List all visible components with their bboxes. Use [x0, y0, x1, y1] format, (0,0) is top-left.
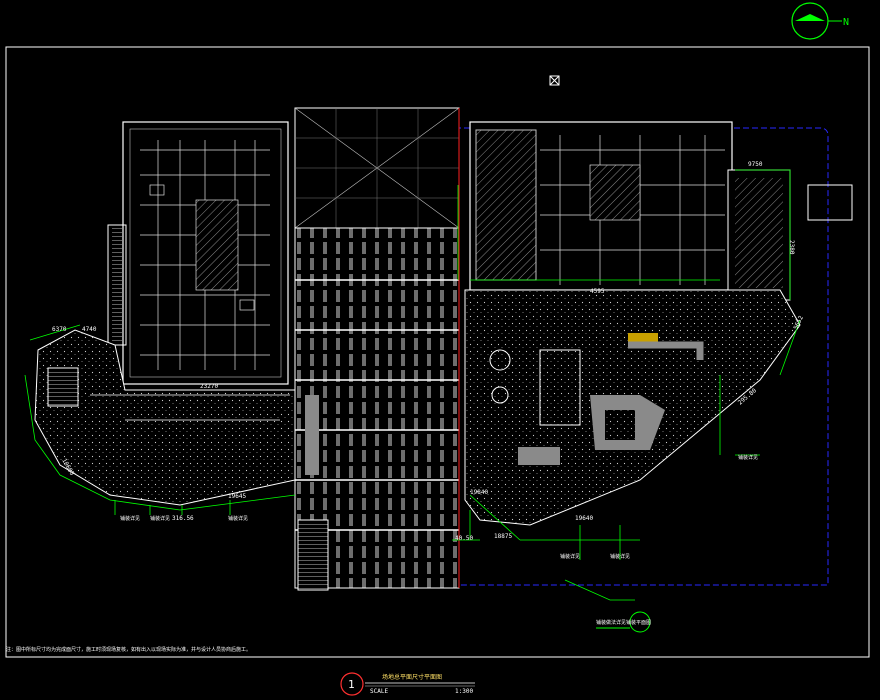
dim-left-1: 6370	[52, 326, 67, 333]
parking-structure-plan	[294, 107, 460, 591]
north-label: N	[843, 17, 849, 28]
left-building-plan	[107, 121, 289, 385]
dim-top-1: 9750	[748, 161, 763, 168]
dim-right-2: 4595	[590, 288, 605, 295]
north-arrow-icon	[791, 2, 842, 40]
scale-label: SCALE	[370, 688, 388, 695]
dim-bottom-3: 40.50	[455, 535, 473, 542]
dim-left-5: 23270	[200, 383, 218, 390]
right-plaza-paving	[464, 289, 801, 526]
dim-right-1: 19640	[575, 515, 593, 522]
tag-left-1: 铺装详见	[120, 515, 140, 522]
drawing-title: 场地总平面尺寸平面图	[382, 673, 442, 681]
tag-right-2: 铺装详见	[610, 553, 630, 560]
dim-bottom-2: 18875	[494, 533, 512, 540]
tag-right-3: 铺装详见	[738, 454, 758, 461]
reference-point-icon	[549, 75, 560, 86]
scale-value: 1:300	[455, 688, 473, 695]
cad-drawing-canvas: N 铺装做法详见铺装平面图 6370 4740 10660 19645 2327…	[5, 2, 870, 696]
general-note: 注：图中所标尺寸均为完成面尺寸，施工时须现场复核，如有出入以现场实际为准，并与设…	[6, 646, 251, 653]
dim-left-bottom: 316.56	[172, 515, 194, 522]
dim-top-2: 2380	[788, 240, 795, 255]
right-building-plan	[469, 121, 853, 301]
callout-text: 铺装做法详见铺装平面图	[596, 619, 651, 626]
tag-right-1: 铺装详见	[560, 553, 580, 560]
title-number: 1	[348, 678, 355, 691]
dim-left-2: 4740	[82, 326, 97, 333]
tag-left-3: 铺装详见	[228, 515, 248, 522]
dim-left-4: 19645	[228, 493, 246, 500]
dim-bottom-1: 19840	[470, 489, 488, 496]
tag-left-2: 铺装详见	[150, 515, 170, 522]
